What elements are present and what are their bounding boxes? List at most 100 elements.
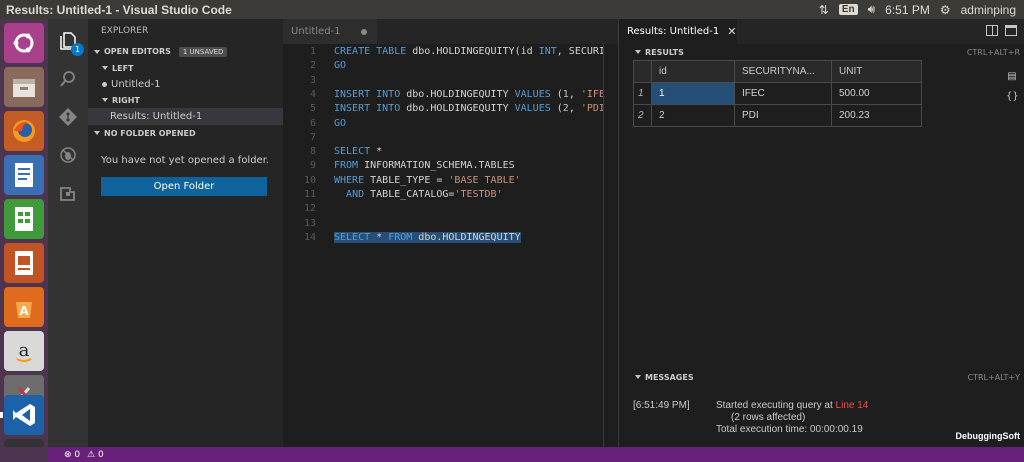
message-line-2: (2 rows affected): [731, 412, 806, 423]
calc-icon[interactable]: [4, 199, 44, 239]
code-area[interactable]: 1 CREATE TABLE dbo.HOLDINGEQUITY(id INT, …: [283, 44, 618, 447]
group-right-label: RIGHT: [112, 95, 140, 105]
line-number: 13: [303, 217, 316, 229]
unsaved-badge: 1 UNSAVED: [178, 46, 228, 57]
grid-cell[interactable]: 2: [651, 104, 735, 127]
open-editor-untitled[interactable]: Untitled-1: [88, 76, 283, 92]
row-number: 1: [633, 82, 652, 105]
line-number: 11: [303, 189, 316, 200]
line-number: 6: [309, 117, 316, 129]
files-icon[interactable]: [4, 67, 44, 107]
grid-header-row: id SECURITYNA... UNIT: [633, 60, 922, 83]
firefox-icon[interactable]: [4, 111, 44, 151]
tab-results[interactable]: Results: Untitled-1 ✕: [619, 19, 737, 44]
grid-cell[interactable]: 500.00: [831, 82, 922, 105]
impress-icon[interactable]: [4, 243, 44, 283]
group-left[interactable]: LEFT: [88, 60, 283, 76]
debug-icon[interactable]: [56, 143, 80, 167]
amazon-icon[interactable]: a: [4, 331, 44, 371]
messages-header[interactable]: MESSAGES CTRL+ALT+Y: [619, 369, 1024, 385]
results-shortcut: CTRL+ALT+R: [966, 47, 1020, 57]
settings-icon[interactable]: ⚙: [940, 3, 951, 17]
editor-ruler: [603, 44, 604, 447]
code-editor: Untitled-1 1 CREATE TABLE dbo.HOLDINGEQUI…: [283, 19, 618, 447]
watermark-logo: DebuggingSoft: [955, 431, 1021, 441]
split-editor-icon[interactable]: [986, 25, 998, 36]
ubuntu-dash-icon[interactable]: [4, 23, 44, 63]
svg-text:a: a: [19, 340, 30, 361]
software-center-icon[interactable]: A: [4, 287, 44, 327]
table-row: 2 2 PDI 200.23: [633, 104, 922, 127]
search-icon[interactable]: [56, 67, 80, 91]
line-number: 1: [309, 46, 316, 57]
code-line: 12: [283, 203, 618, 217]
column-header[interactable]: UNIT: [831, 60, 922, 83]
explorer-icon[interactable]: 1: [56, 29, 84, 56]
save-csv-icon[interactable]: ▤: [1006, 67, 1018, 87]
launcher: A a: [0, 19, 48, 448]
open-editor-results-label: Results: Untitled-1: [110, 110, 203, 122]
row-number: 2: [633, 104, 652, 127]
activity-bar: 1: [48, 19, 88, 447]
line-number: 5: [309, 103, 316, 115]
grid-cell[interactable]: 200.23: [831, 104, 922, 127]
open-editor-untitled-label: Untitled-1: [111, 78, 161, 90]
no-folder-section[interactable]: NO FOLDER OPENED: [88, 124, 283, 141]
problems-indicator[interactable]: ⊗ 0 ⚠ 0: [64, 450, 104, 460]
tab-untitled-label: Untitled-1: [291, 26, 341, 37]
code-line: 14 SELECT * FROM dbo.HOLDINGEQUITY: [283, 231, 618, 246]
chevron-down-icon: [635, 50, 641, 54]
grid-cell[interactable]: PDI: [734, 104, 832, 127]
results-header[interactable]: RESULTS CTRL+ALT+R: [619, 44, 1024, 60]
code-line: 2 GO: [283, 60, 618, 74]
line-number: 7: [309, 131, 316, 143]
extensions-icon[interactable]: [56, 181, 80, 205]
line-number: 10: [303, 174, 316, 186]
code-line: 8 SELECT *: [283, 146, 618, 160]
group-left-label: LEFT: [112, 63, 134, 73]
close-icon[interactable]: ✕: [727, 25, 736, 38]
code-line: 7: [283, 132, 618, 146]
tab-untitled[interactable]: Untitled-1: [283, 19, 377, 44]
grid-actions: ▤ {}: [1006, 67, 1019, 107]
warning-icon: ⚠: [87, 449, 96, 460]
save-json-icon[interactable]: {}: [1006, 87, 1019, 107]
error-count: 0: [74, 449, 81, 460]
vscode-running-indicator: [0, 412, 3, 418]
code-line: 9 FROM INFORMATION_SCHEMA.TABLES: [283, 160, 618, 174]
code-line: 5 INSERT INTO dbo.HOLDINGEQUITY VALUES (2…: [283, 103, 618, 117]
chevron-down-icon: [94, 131, 100, 135]
explorer-sidebar: EXPLORER OPEN EDITORS 1 UNSAVED LEFT Unt…: [88, 19, 283, 447]
status-bar: ⊗ 0 ⚠ 0: [48, 447, 1024, 462]
unsaved-dot-icon[interactable]: [361, 29, 367, 35]
editor-tab-bar: Untitled-1: [283, 19, 618, 44]
network-icon[interactable]: ⇅: [819, 3, 829, 17]
code-line: 1 CREATE TABLE dbo.HOLDINGEQUITY(id INT, …: [283, 46, 618, 60]
code-line: 4 INSERT INTO dbo.HOLDINGEQUITY VALUES (1…: [283, 89, 618, 103]
messages-header-label: MESSAGES: [645, 372, 694, 382]
code-line: 11 AND TABLE_CATALOG='TESTDB': [283, 189, 618, 203]
svg-text:A: A: [19, 304, 29, 318]
column-header[interactable]: id: [651, 60, 735, 83]
open-editors-section[interactable]: OPEN EDITORS 1 UNSAVED: [88, 43, 283, 60]
line-number: 8: [309, 146, 316, 158]
keyboard-layout[interactable]: En: [838, 4, 858, 15]
maximize-panel-icon[interactable]: [1005, 25, 1017, 36]
open-editor-results[interactable]: Results: Untitled-1: [88, 108, 283, 124]
user-name[interactable]: adminping: [961, 3, 1016, 17]
source-control-icon[interactable]: [56, 105, 80, 129]
grid-cell[interactable]: IFEC: [734, 82, 832, 105]
grid-cell[interactable]: 1: [651, 82, 735, 105]
explorer-header: EXPLORER: [101, 26, 149, 36]
writer-icon[interactable]: [4, 155, 44, 195]
vscode-icon[interactable]: [4, 395, 44, 435]
results-grid[interactable]: id SECURITYNA... UNIT 1 1 IFEC 500.00 2 …: [633, 60, 922, 127]
group-right[interactable]: RIGHT: [88, 92, 283, 108]
column-header[interactable]: SECURITYNA...: [734, 60, 832, 83]
open-folder-button[interactable]: Open Folder: [101, 177, 267, 196]
clock[interactable]: 6:51 PM: [885, 3, 930, 17]
no-folder-message: You have not yet opened a folder.: [101, 155, 270, 166]
line-link[interactable]: Line 14: [836, 400, 869, 411]
message-time: [6:51:49 PM]: [633, 400, 690, 411]
volume-icon[interactable]: 🔊︎: [868, 2, 876, 17]
